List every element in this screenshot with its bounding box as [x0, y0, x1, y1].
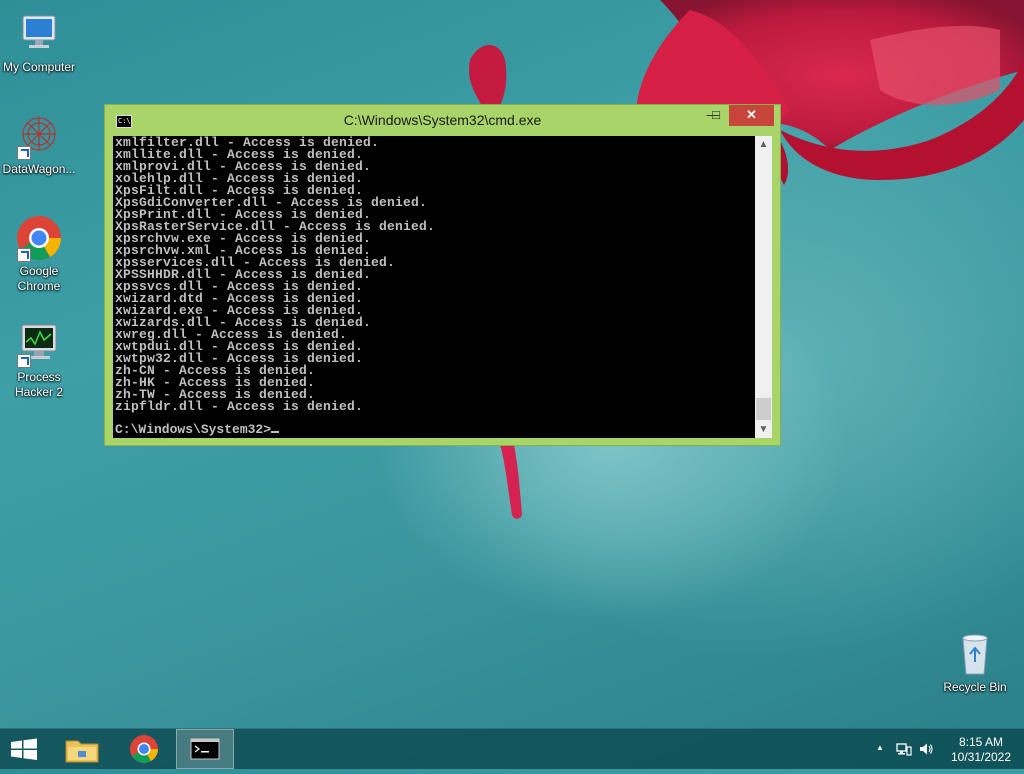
- chevron-up-icon: ▲: [758, 139, 769, 150]
- maximize-button[interactable]: □: [703, 105, 729, 126]
- desktop-icon-label: Google Chrome: [17, 264, 61, 293]
- close-button[interactable]: ✕: [729, 105, 774, 126]
- text-cursor: [271, 431, 280, 433]
- scroll-down-button[interactable]: ▼: [755, 421, 772, 438]
- recycle-bin-icon: [951, 630, 999, 678]
- prompt-text: C:\Windows\System32>: [115, 422, 272, 437]
- process-hacker-icon: [15, 320, 63, 368]
- cmd-icon: [190, 738, 220, 760]
- taskbar-google-chrome[interactable]: [118, 729, 170, 769]
- datawagon-icon: [15, 112, 63, 160]
- windows-logo-icon: [11, 738, 37, 760]
- shortcut-arrow-icon: [17, 354, 31, 368]
- show-hidden-icons-button[interactable]: ▲: [876, 743, 884, 752]
- scrollbar-thumb[interactable]: [756, 398, 771, 420]
- volume-icon[interactable]: [918, 741, 934, 757]
- command-prompt-line[interactable]: C:\Windows\System32>: [115, 422, 280, 437]
- taskbar: ▲ 8:15 AM 10/31/2022: [0, 728, 1024, 769]
- folder-icon: [65, 740, 99, 763]
- start-button[interactable]: [0, 729, 48, 769]
- console-output[interactable]: xmlfilter.dll - Access is denied. xmllite…: [113, 136, 755, 438]
- cmd-window[interactable]: C:\ C:\Windows\System32\cmd.exe — □ ✕ xm…: [104, 104, 781, 446]
- taskbar-command-prompt[interactable]: [176, 729, 234, 769]
- desktop-icon-label: Recycle Bin: [943, 680, 1007, 694]
- window-titlebar[interactable]: C:\ C:\Windows\System32\cmd.exe — □ ✕: [105, 105, 780, 135]
- desktop-icon-google-chrome[interactable]: Google Chrome: [0, 214, 81, 294]
- system-tray: ▲: [870, 729, 940, 769]
- console-lines: xmlfilter.dll - Access is denied. xmllite…: [115, 136, 435, 414]
- desktop-icon-datawagon[interactable]: DataWagon...: [0, 112, 81, 177]
- desktop-icon-label: My Computer: [2, 60, 76, 74]
- clock-date: 10/31/2022: [950, 750, 1012, 764]
- desktop-icon-recycle-bin[interactable]: Recycle Bin: [933, 630, 1017, 695]
- taskbar-file-explorer[interactable]: [56, 729, 108, 769]
- computer-icon: [15, 10, 63, 58]
- console-line: zipfldr.dll - Access is denied.: [115, 399, 364, 414]
- chrome-icon: [130, 735, 158, 763]
- desktop-icon-label: DataWagon...: [2, 162, 76, 176]
- shortcut-arrow-icon: [17, 248, 31, 262]
- chevron-down-icon: ▼: [758, 424, 769, 435]
- chrome-icon: [15, 214, 63, 262]
- vertical-scrollbar[interactable]: ▲ ▼: [755, 136, 772, 438]
- network-icon[interactable]: [896, 741, 912, 757]
- taskbar-clock[interactable]: 8:15 AM 10/31/2022: [944, 735, 1018, 765]
- scroll-up-button[interactable]: ▲: [755, 136, 772, 153]
- close-icon: ✕: [746, 107, 757, 122]
- window-title: C:\Windows\System32\cmd.exe: [343, 112, 542, 128]
- shortcut-arrow-icon: [17, 146, 31, 160]
- maximize-icon: □: [712, 107, 720, 122]
- clock-time: 8:15 AM: [958, 735, 1004, 749]
- desktop-icon-my-computer[interactable]: My Computer: [0, 10, 81, 75]
- desktop-icon-process-hacker[interactable]: Process Hacker 2: [0, 320, 81, 400]
- desktop-icon-label: Process Hacker 2: [14, 370, 64, 399]
